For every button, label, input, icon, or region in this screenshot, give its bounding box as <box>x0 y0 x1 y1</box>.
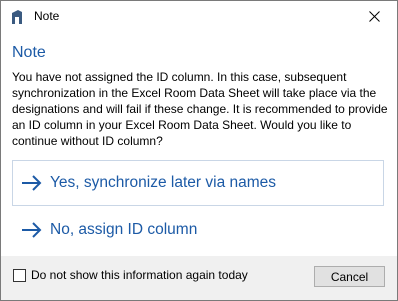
dialog-heading: Note <box>12 44 46 61</box>
dialog-message: You have not assigned the ID column. In … <box>12 70 388 148</box>
building-icon <box>12 10 22 24</box>
close-button[interactable] <box>351 1 397 32</box>
checkbox-box[interactable] <box>13 268 26 282</box>
window-title: Note <box>34 9 60 23</box>
command-label: No, assign ID column <box>50 221 198 238</box>
dialog-footer: Do not show this information again today… <box>1 256 397 300</box>
checkbox-label: Do not show this information again today <box>31 268 248 282</box>
no-assign-id-column-button[interactable]: No, assign ID column <box>12 209 384 251</box>
close-icon <box>368 11 380 22</box>
cancel-button[interactable]: Cancel <box>314 266 385 287</box>
arrow-right-icon <box>22 222 42 238</box>
title-bar: Note <box>1 1 397 32</box>
command-label: Yes, synchronize later via names <box>50 174 277 191</box>
dont-show-again-checkbox[interactable]: Do not show this information again today <box>13 268 248 282</box>
arrow-right-icon <box>22 175 42 191</box>
yes-synchronize-later-button[interactable]: Yes, synchronize later via names <box>12 160 384 206</box>
dialog-window: Note Note You have not assigned the ID c… <box>0 0 398 301</box>
